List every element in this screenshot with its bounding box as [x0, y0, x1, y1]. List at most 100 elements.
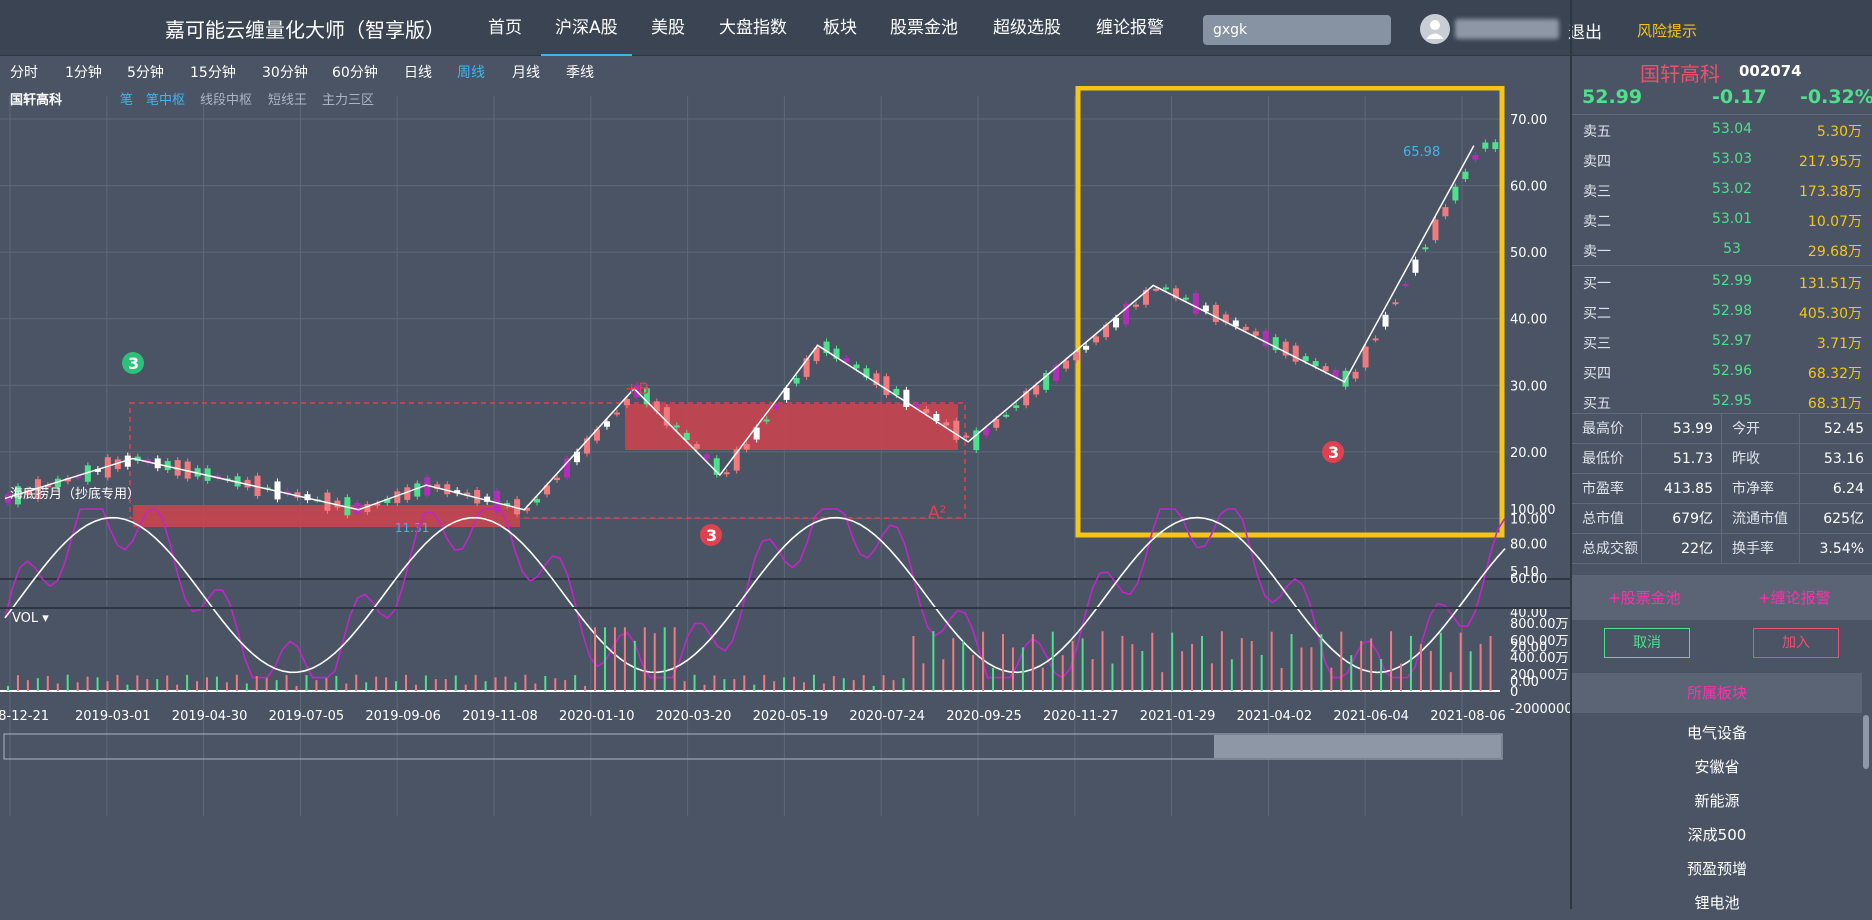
- candle: [703, 454, 710, 459]
- candle: [1162, 287, 1169, 290]
- add-button[interactable]: 加入: [1753, 628, 1839, 658]
- y-tick-label: 60.00: [1510, 180, 1547, 195]
- price-change: -0.17: [1712, 86, 1767, 108]
- period-tab[interactable]: 分时: [10, 62, 38, 82]
- candle: [913, 404, 920, 407]
- period-tab[interactable]: 1分钟: [65, 62, 102, 82]
- stat-value: 53.16: [1800, 444, 1872, 474]
- order-book-row: 买三 52.97 3.71万: [1572, 326, 1872, 356]
- candle: [404, 487, 411, 500]
- kline-chart[interactable]: 10.0020.0030.0040.0050.0060.0070.005.10国…: [0, 85, 1573, 909]
- order-book-row: 买一 52.99 131.51万: [1572, 266, 1872, 296]
- x-axis-date: 2019-07-05: [269, 709, 345, 724]
- stat-value: 6.24: [1800, 474, 1872, 504]
- candle: [1492, 142, 1499, 150]
- stat-label: 流通市值: [1722, 504, 1800, 534]
- sector-item[interactable]: 安徽省: [1572, 750, 1862, 784]
- order-book-row: 卖四 53.03 217.95万: [1572, 144, 1872, 174]
- x-axis-date: 2019-09-06: [365, 709, 441, 724]
- divider: [1572, 114, 1872, 115]
- period-tab[interactable]: 月线: [512, 62, 540, 82]
- order-volume: 68.32万: [1807, 366, 1862, 382]
- cancel-button[interactable]: 取消: [1604, 628, 1690, 658]
- candle: [1302, 356, 1309, 362]
- sector-item[interactable]: 锂电池: [1572, 886, 1862, 920]
- x-axis-date: 2021-01-29: [1140, 709, 1216, 724]
- sector-item[interactable]: 预盈预增: [1572, 852, 1862, 886]
- sector-item[interactable]: 电气设备: [1572, 716, 1862, 750]
- order-book-row: 买二 52.98 405.30万: [1572, 296, 1872, 326]
- candle: [963, 435, 970, 438]
- period-tab-weekly[interactable]: 周线: [457, 62, 485, 82]
- candle: [1003, 414, 1010, 417]
- candle: [793, 378, 800, 384]
- stat-value: 53.99: [1642, 414, 1722, 444]
- x-axis-date: 18-12-21: [0, 709, 49, 724]
- candle: [1412, 259, 1419, 273]
- logout-link[interactable]: 退出: [1568, 18, 1602, 43]
- period-tab[interactable]: 15分钟: [190, 62, 236, 82]
- user-avatar-icon[interactable]: [1420, 14, 1450, 44]
- period-tab[interactable]: 30分钟: [262, 62, 308, 82]
- candle: [1472, 155, 1479, 160]
- order-level-label: 买二: [1583, 306, 1611, 322]
- y-tick-label: 800.00万: [1510, 617, 1569, 632]
- order-price: 53.02: [1711, 181, 1753, 197]
- candle: [1382, 314, 1389, 327]
- add-to-pool-link[interactable]: +股票金池: [1608, 587, 1681, 608]
- candle: [613, 412, 620, 415]
- chart-area[interactable]: 10.00 20.00 30.00 40.00 50.00 60.00 70.00 5.10 国…: [0, 85, 1573, 909]
- stat-label: 最高价: [1572, 414, 1642, 444]
- sector-item[interactable]: 深成500: [1572, 818, 1862, 852]
- order-level-label: 买三: [1583, 336, 1611, 352]
- nav-chan-alarm[interactable]: 缠论报警: [1096, 0, 1164, 56]
- order-book-row: 买五 52.95 68.31万: [1572, 386, 1872, 416]
- order-price: 53: [1723, 241, 1741, 257]
- risk-warning-link[interactable]: 风险提示: [1637, 20, 1697, 41]
- stock-name: 国轩高科: [1640, 62, 1720, 86]
- period-tab[interactable]: 60分钟: [332, 62, 378, 82]
- chart-stock-label: 国轩高科: [10, 92, 62, 108]
- y-tick-label: 0: [1510, 685, 1518, 700]
- x-axis-date: 2019-04-30: [172, 709, 248, 724]
- nav-home[interactable]: 首页: [488, 0, 522, 56]
- high-price-label: 65.98: [1403, 145, 1440, 160]
- nav-sectors[interactable]: 板块: [823, 0, 857, 56]
- candle: [1152, 288, 1159, 291]
- order-volume: 217.95万: [1799, 154, 1862, 170]
- search-input[interactable]: [1203, 15, 1391, 45]
- order-volume: 405.30万: [1799, 306, 1862, 322]
- sidebar-scrollbar[interactable]: [1863, 715, 1869, 769]
- chart-tool-toggle: 笔中枢: [146, 92, 185, 108]
- x-axis-date: 2019-03-01: [75, 709, 151, 724]
- x-axis-date: 2020-07-24: [849, 709, 925, 724]
- nav-index[interactable]: 大盘指数: [719, 0, 787, 56]
- candle: [943, 422, 950, 426]
- nav-us-stocks[interactable]: 美股: [651, 0, 685, 56]
- x-axis-date: 2020-03-20: [656, 709, 732, 724]
- chart-tool-toggle: 线段中枢: [200, 93, 252, 108]
- order-level-label: 买五: [1583, 396, 1611, 412]
- app-title: 嘉可能云缠量化大师（智享版）: [165, 18, 445, 42]
- nav-super-screener[interactable]: 超级选股: [993, 0, 1061, 56]
- stat-label: 市盈率: [1572, 474, 1642, 504]
- indicator-line: [4, 516, 1506, 674]
- quote-row: 52.99 -0.17 -0.32%: [1572, 86, 1872, 114]
- nav-a-shares[interactable]: 沪深A股: [541, 0, 632, 56]
- period-tab[interactable]: 日线: [404, 62, 432, 82]
- x-axis-date: 2020-11-27: [1043, 709, 1119, 724]
- period-tab[interactable]: 5分钟: [127, 62, 164, 82]
- nav-stock-pool[interactable]: 股票金池: [890, 0, 958, 56]
- add-alarm-link[interactable]: +缠论报警: [1758, 587, 1831, 608]
- y-tick-label: 30.00: [1510, 379, 1547, 394]
- stat-label: 总成交额: [1572, 534, 1642, 564]
- candle: [1462, 171, 1469, 180]
- sector-item[interactable]: 新能源: [1572, 784, 1862, 818]
- order-price: 53.03: [1711, 151, 1753, 167]
- order-book-row: 卖三 53.02 173.38万: [1572, 174, 1872, 204]
- stat-value: 625亿: [1800, 504, 1872, 534]
- order-volume: 173.38万: [1799, 184, 1862, 200]
- period-tab[interactable]: 季线: [566, 62, 594, 82]
- order-level-label: 卖三: [1583, 184, 1611, 200]
- candle: [554, 477, 561, 481]
